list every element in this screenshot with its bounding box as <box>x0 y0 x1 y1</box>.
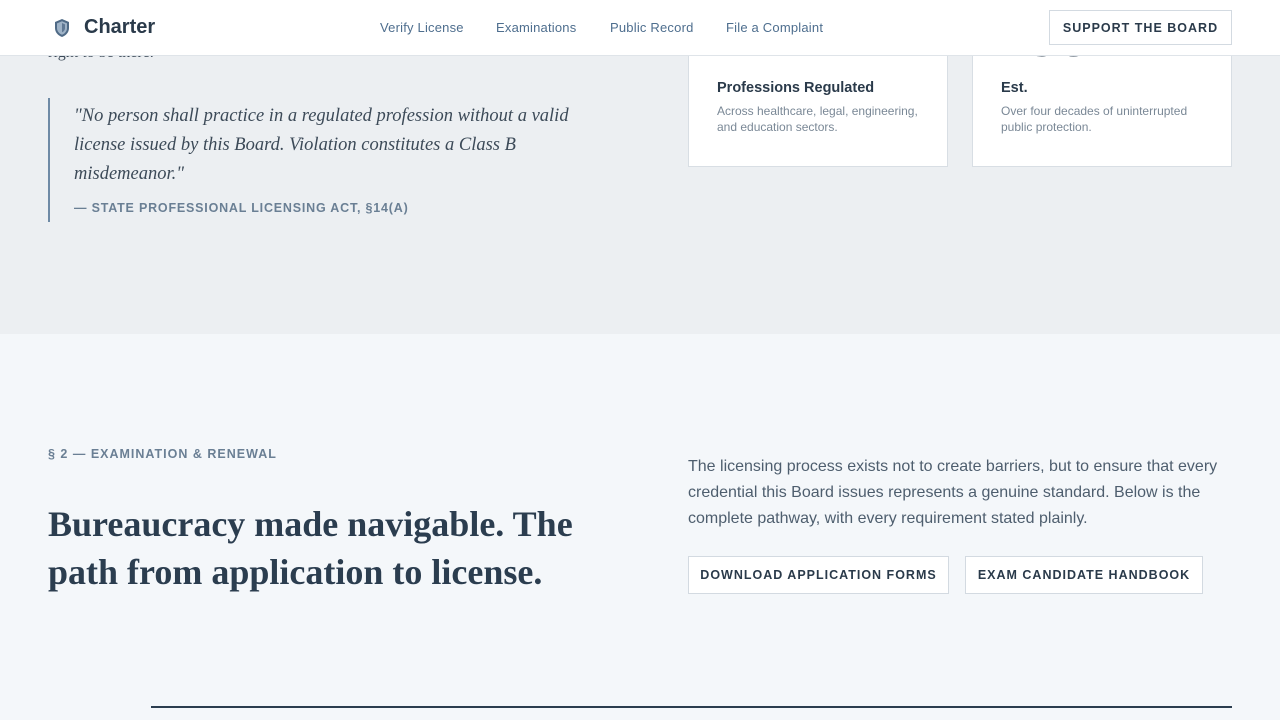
statute-quote: "No person shall practice in a regulated… <box>48 98 588 222</box>
shield-seal-icon[interactable] <box>52 18 72 38</box>
stat-card-established: 1982 Est. Over four decades of uninterru… <box>972 40 1232 167</box>
stat-description: Across healthcare, legal, engineering, a… <box>717 104 918 134</box>
brand-name[interactable]: Charter <box>84 16 155 39</box>
stat-title: Professions Regulated <box>717 80 875 96</box>
section-divider <box>151 706 1232 708</box>
section-headline: Bureaucracy made navigable. The path fro… <box>48 504 573 592</box>
page: right to be there. "No person shall prac… <box>0 0 1280 720</box>
stat-description: Over four decades of uninterrupted publi… <box>1001 104 1188 134</box>
download-application-forms-button[interactable]: DOWNLOAD APPLICATION FORMS <box>688 556 949 594</box>
nav-verify-license[interactable]: Verify License <box>380 20 464 35</box>
quote-text: "No person shall practice in a regulated… <box>74 106 569 184</box>
support-the-board-button[interactable]: SUPPORT THE BOARD <box>1049 10 1232 45</box>
site-header: Charter Verify License Examinations Publ… <box>0 0 1280 56</box>
stat-card-professions: 47 Professions Regulated Across healthca… <box>688 40 948 167</box>
exam-candidate-handbook-button[interactable]: EXAM CANDIDATE HANDBOOK <box>965 556 1203 594</box>
nav-file-a-complaint[interactable]: File a Complaint <box>726 20 823 35</box>
section-eyebrow: § 2 — EXAMINATION & RENEWAL <box>48 447 277 461</box>
nav-public-record[interactable]: Public Record <box>610 20 694 35</box>
section-intro: The licensing process exists not to crea… <box>688 458 1218 527</box>
nav-examinations[interactable]: Examinations <box>496 20 576 35</box>
stat-title: Est. <box>1001 80 1028 96</box>
quote-citation: — STATE PROFESSIONAL LICENSING ACT, §14(… <box>74 201 409 215</box>
